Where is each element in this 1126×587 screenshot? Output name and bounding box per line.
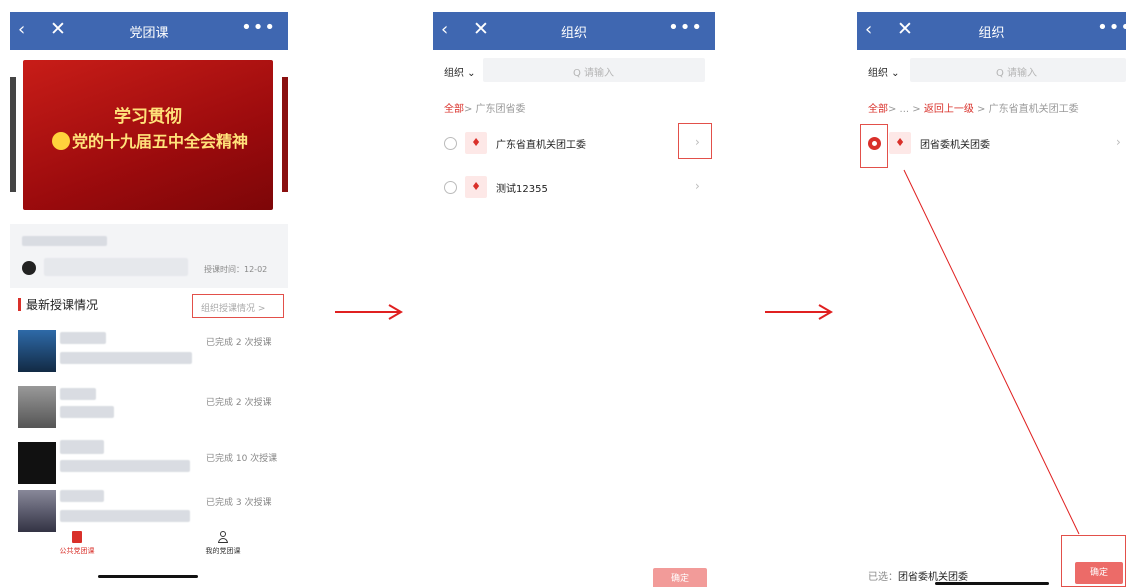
detail-redacted xyxy=(60,406,114,418)
search-input[interactable]: Q 请输入 xyxy=(483,58,705,82)
confirm-button[interactable]: 确定 xyxy=(1075,562,1123,584)
user-icon xyxy=(218,531,228,543)
annotation-line xyxy=(903,169,1080,535)
list-item[interactable]: ♦ 广东省直机关团工委 › xyxy=(433,126,715,162)
thumbnail xyxy=(18,490,56,532)
selected-label: 已选： xyxy=(868,572,898,583)
detail-redacted xyxy=(60,352,192,364)
search-row: 组织 ⌄ Q 请输入 xyxy=(433,56,715,84)
tab-my-course[interactable]: 我的党团课 xyxy=(198,531,248,556)
party-course-screen: ‹ ✕ 党团课 ••• 学习贯彻 党的十九届五中全会精神 授课时间：12-02 … xyxy=(10,12,288,587)
search-placeholder: Q 请输入 xyxy=(573,68,615,79)
organization-subscreen: ‹ ✕ 组织 ••• 组织 ⌄ Q 请输入 全部> ... > 返回上一级 > … xyxy=(857,12,1126,587)
completion-status: 已完成 3 次授课 xyxy=(206,498,272,508)
more-icon[interactable]: ••• xyxy=(668,18,703,38)
name-redacted xyxy=(60,332,106,344)
tab-label: 我的党团课 xyxy=(205,547,241,555)
section-marker xyxy=(18,298,21,311)
group-icon: ♦ xyxy=(465,132,487,154)
breadcrumb-current: > 广东团省委 xyxy=(464,104,526,115)
teacher-name-redacted xyxy=(44,258,188,276)
top-bar: ‹ ✕ 组织 ••• xyxy=(433,12,715,50)
banner-line2-text: 党的十九届五中全会精神 xyxy=(71,132,248,151)
name-redacted xyxy=(60,388,96,400)
completion-status: 已完成 2 次授课 xyxy=(206,338,272,348)
course-name-redacted xyxy=(22,236,107,246)
org-name: 广东省直机关团工委 xyxy=(496,140,586,151)
completion-status: 已完成 10 次授课 xyxy=(206,454,278,464)
bottom-tab-bar: 公共党团课 我的党团课 xyxy=(10,527,288,567)
course-info: 授课时间：12-02 xyxy=(10,224,288,288)
highlight-box xyxy=(678,123,712,159)
org-type-dropdown[interactable]: 组织 ⌄ xyxy=(444,64,476,79)
banner-line1: 学习贯彻 xyxy=(114,107,182,127)
tab-public-course[interactable]: 公共党团课 xyxy=(52,531,102,556)
detail-redacted xyxy=(60,510,190,522)
thumbnail xyxy=(18,330,56,372)
org-course-status-button[interactable]: 组织授课情况 > xyxy=(192,294,284,318)
section-title: 最新授课情况 xyxy=(26,298,99,312)
class-time: 授课时间：12-02 xyxy=(204,265,268,274)
thumbnail xyxy=(18,442,56,484)
breadcrumb-all[interactable]: 全部 xyxy=(444,104,464,115)
carousel-next-peek xyxy=(282,77,288,192)
radio-button[interactable] xyxy=(444,181,457,194)
chevron-right-icon[interactable]: › xyxy=(695,179,700,193)
organization-screen: ‹ ✕ 组织 ••• 组织 ⌄ Q 请输入 全部> 广东团省委 ♦ 广东省直机关… xyxy=(433,12,715,587)
list-item[interactable]: ♦ 测试12355 › xyxy=(433,170,715,206)
selected-summary: 已选：团省委机关团委 xyxy=(868,568,968,583)
name-redacted xyxy=(60,440,104,454)
public-course-icon xyxy=(72,531,82,543)
list-item[interactable]: 已完成 2 次授课 xyxy=(10,380,288,436)
party-emblem-icon xyxy=(51,132,70,150)
group-icon: ♦ xyxy=(465,176,487,198)
arrow-icon xyxy=(335,304,403,320)
name-redacted xyxy=(60,490,104,502)
banner-line2: 党的十九届五中全会精神 xyxy=(33,128,267,152)
arrow-icon xyxy=(765,304,833,320)
tab-label: 公共党团课 xyxy=(59,547,95,555)
top-bar: ‹ ✕ 党团课 ••• xyxy=(10,12,288,50)
thumbnail xyxy=(18,386,56,428)
home-indicator xyxy=(935,582,1049,585)
confirm-button[interactable]: 确定 xyxy=(653,568,707,587)
list-item[interactable]: 已完成 2 次授课 xyxy=(10,324,288,380)
home-indicator xyxy=(98,575,198,578)
detail-redacted xyxy=(60,460,190,472)
more-icon[interactable]: ••• xyxy=(241,18,276,38)
org-name: 测试12355 xyxy=(496,184,548,195)
course-banner[interactable]: 学习贯彻 党的十九届五中全会精神 xyxy=(23,60,273,210)
breadcrumb: 全部> 广东团省委 xyxy=(444,100,526,115)
radio-button[interactable] xyxy=(444,137,457,150)
completion-status: 已完成 2 次授课 xyxy=(206,398,272,408)
carousel-prev-peek xyxy=(10,77,16,192)
avatar xyxy=(22,261,36,275)
